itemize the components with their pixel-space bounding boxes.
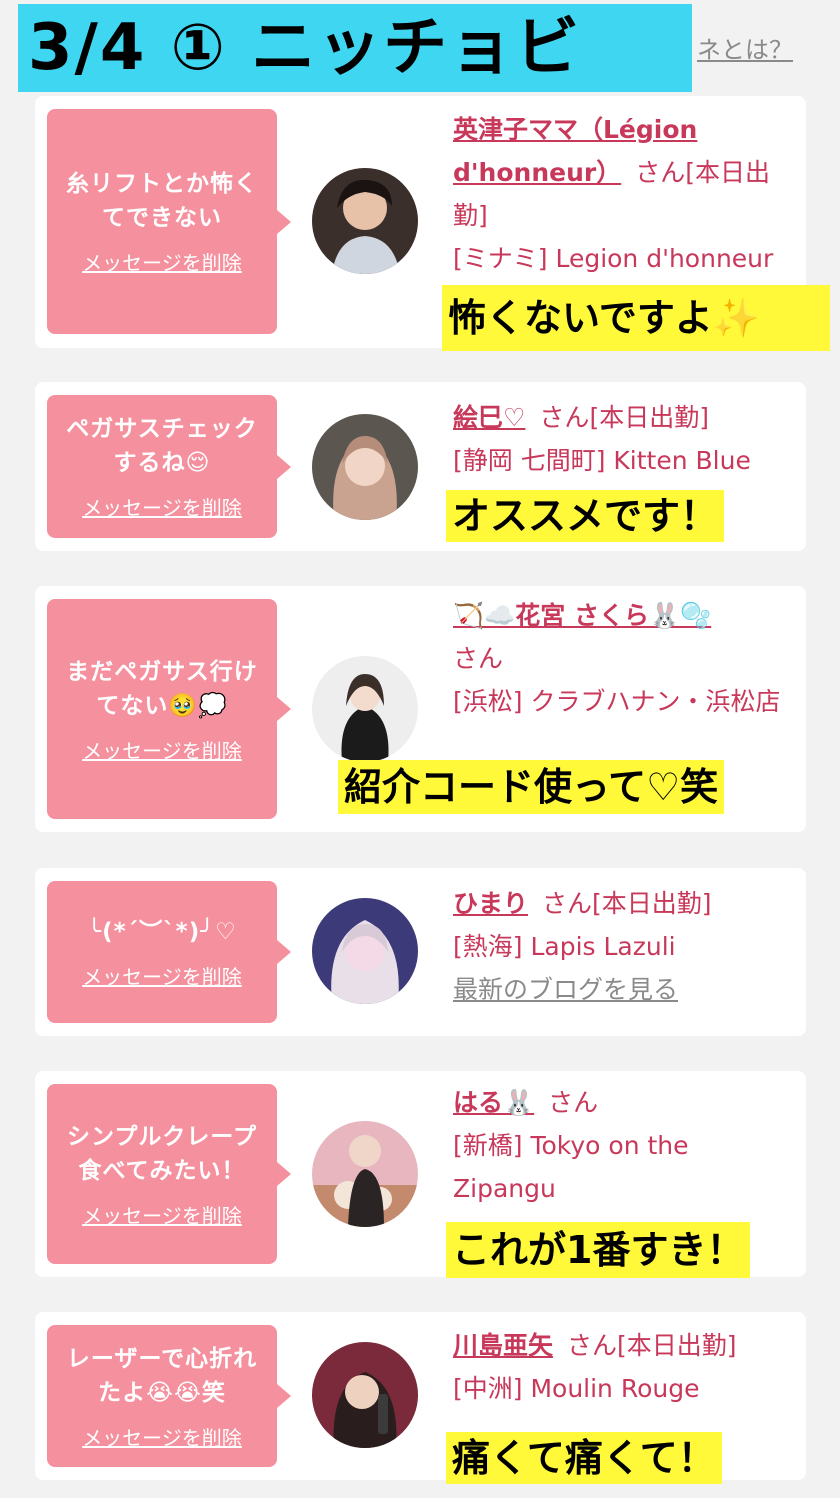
profile-name-link[interactable]: 川島亜矢	[453, 1331, 553, 1360]
caption-overlay: オススメです！	[446, 490, 725, 542]
profile-info: 絵巳♡ さん[本日出勤] [静岡 七間町] Kitten Blue	[453, 396, 798, 482]
caption-overlay: 怖くないですよ✨	[442, 285, 830, 351]
profile-name-link[interactable]: 🏹☁️花宮 さくら🐰🫧	[453, 601, 711, 630]
message-bubble: シンプルクレープ食べてみたい！ メッセージを削除	[47, 1084, 291, 1264]
shop-name: [浜松] クラブハナン・浜松店	[453, 687, 781, 716]
profile-info: ひまり さん[本日出勤] [熱海] Lapis Lazuli 最新のブログを見る	[453, 882, 798, 1011]
avatar[interactable]	[312, 168, 418, 274]
message-bubble: 糸リフトとか怖くてできない メッセージを削除	[47, 109, 291, 334]
honorific: さん	[542, 889, 593, 918]
shop-name: [新橋] Tokyo on the Zipangu	[453, 1131, 689, 1203]
avatar[interactable]	[312, 1342, 418, 1448]
delete-message-link[interactable]: メッセージを削除	[82, 961, 242, 990]
attendance-status: [本日出勤]	[589, 403, 709, 432]
message-bubble: ╰(*´︶`*)╯♡ メッセージを削除	[47, 881, 291, 1023]
attendance-status: [本日出勤]	[617, 1331, 737, 1360]
page: 3/4 ① ニッチョビ ネとは？ 糸リフトとか怖くてできない メッセージを削除 …	[0, 0, 840, 1498]
honorific: さん	[539, 403, 590, 432]
honorific: さん	[567, 1331, 618, 1360]
message-text: 糸リフトとか怖くてできない	[66, 171, 258, 231]
message-text: ペガサスチェックするね😌	[66, 416, 258, 476]
profile-info: はる🐰 さん [新橋] Tokyo on the Zipangu	[453, 1081, 798, 1210]
message-bubble: まだペガサス行けてない🥹💭 メッセージを削除	[47, 599, 291, 819]
shop-name: [ミナミ] Legion d'honneur	[453, 244, 774, 273]
profile-name-link[interactable]: はる🐰	[453, 1088, 534, 1117]
header-help-link[interactable]: ネとは？	[697, 30, 793, 65]
shop-name: [熱海] Lapis Lazuli	[453, 932, 676, 961]
message-bubble: ペガサスチェックするね😌 メッセージを削除	[47, 395, 291, 538]
attendance-status: [本日出勤]	[592, 889, 712, 918]
message-text: シンプルクレープ食べてみたい！	[67, 1123, 257, 1184]
delete-message-link[interactable]: メッセージを削除	[82, 735, 242, 764]
profile-name-link[interactable]: 絵巳♡	[453, 403, 525, 432]
profile-name-link[interactable]: ひまり	[453, 889, 528, 918]
shop-name: [静岡 七間町] Kitten Blue	[453, 446, 751, 475]
message-text: まだペガサス行けてない🥹💭	[66, 658, 258, 719]
message-text: ╰(*´︶`*)╯♡	[87, 918, 237, 945]
page-title: 3/4 ① ニッチョビ	[18, 4, 692, 92]
avatar[interactable]	[312, 898, 418, 1004]
honorific: さん	[635, 158, 686, 187]
honorific: さん	[548, 1088, 599, 1117]
message-card: ╰(*´︶`*)╯♡ メッセージを削除 ひまり さん[本日出勤] [熱海] Lap…	[35, 868, 806, 1036]
delete-message-link[interactable]: メッセージを削除	[82, 247, 242, 276]
caption-overlay: 痛くて痛くて！	[446, 1432, 722, 1484]
shop-name: [中洲] Moulin Rouge	[453, 1374, 700, 1403]
profile-info: 川島亜矢 さん[本日出勤] [中洲] Moulin Rouge	[453, 1324, 798, 1410]
caption-overlay: これが1番すき！	[446, 1222, 751, 1278]
latest-blog-link[interactable]: 最新のブログを見る	[453, 975, 678, 1004]
delete-message-link[interactable]: メッセージを削除	[82, 1422, 242, 1451]
message-bubble: レーザーで心折れたよ😭😭笑 メッセージを削除	[47, 1325, 291, 1467]
avatar[interactable]	[312, 1121, 418, 1227]
profile-info: 英津子ママ（Légion d'honneur） さん[本日出勤] [ミナミ] Le…	[453, 108, 798, 280]
avatar[interactable]	[312, 656, 418, 762]
delete-message-link[interactable]: メッセージを削除	[82, 492, 242, 521]
caption-overlay: 紹介コード使って♡笑	[338, 760, 725, 814]
avatar[interactable]	[312, 414, 418, 520]
profile-info: 🏹☁️花宮 さくら🐰🫧 さん [浜松] クラブハナン・浜松店	[453, 594, 798, 723]
message-text: レーザーで心折れたよ😭😭笑	[66, 1345, 258, 1406]
honorific: さん	[453, 644, 504, 673]
delete-message-link[interactable]: メッセージを削除	[82, 1200, 242, 1229]
